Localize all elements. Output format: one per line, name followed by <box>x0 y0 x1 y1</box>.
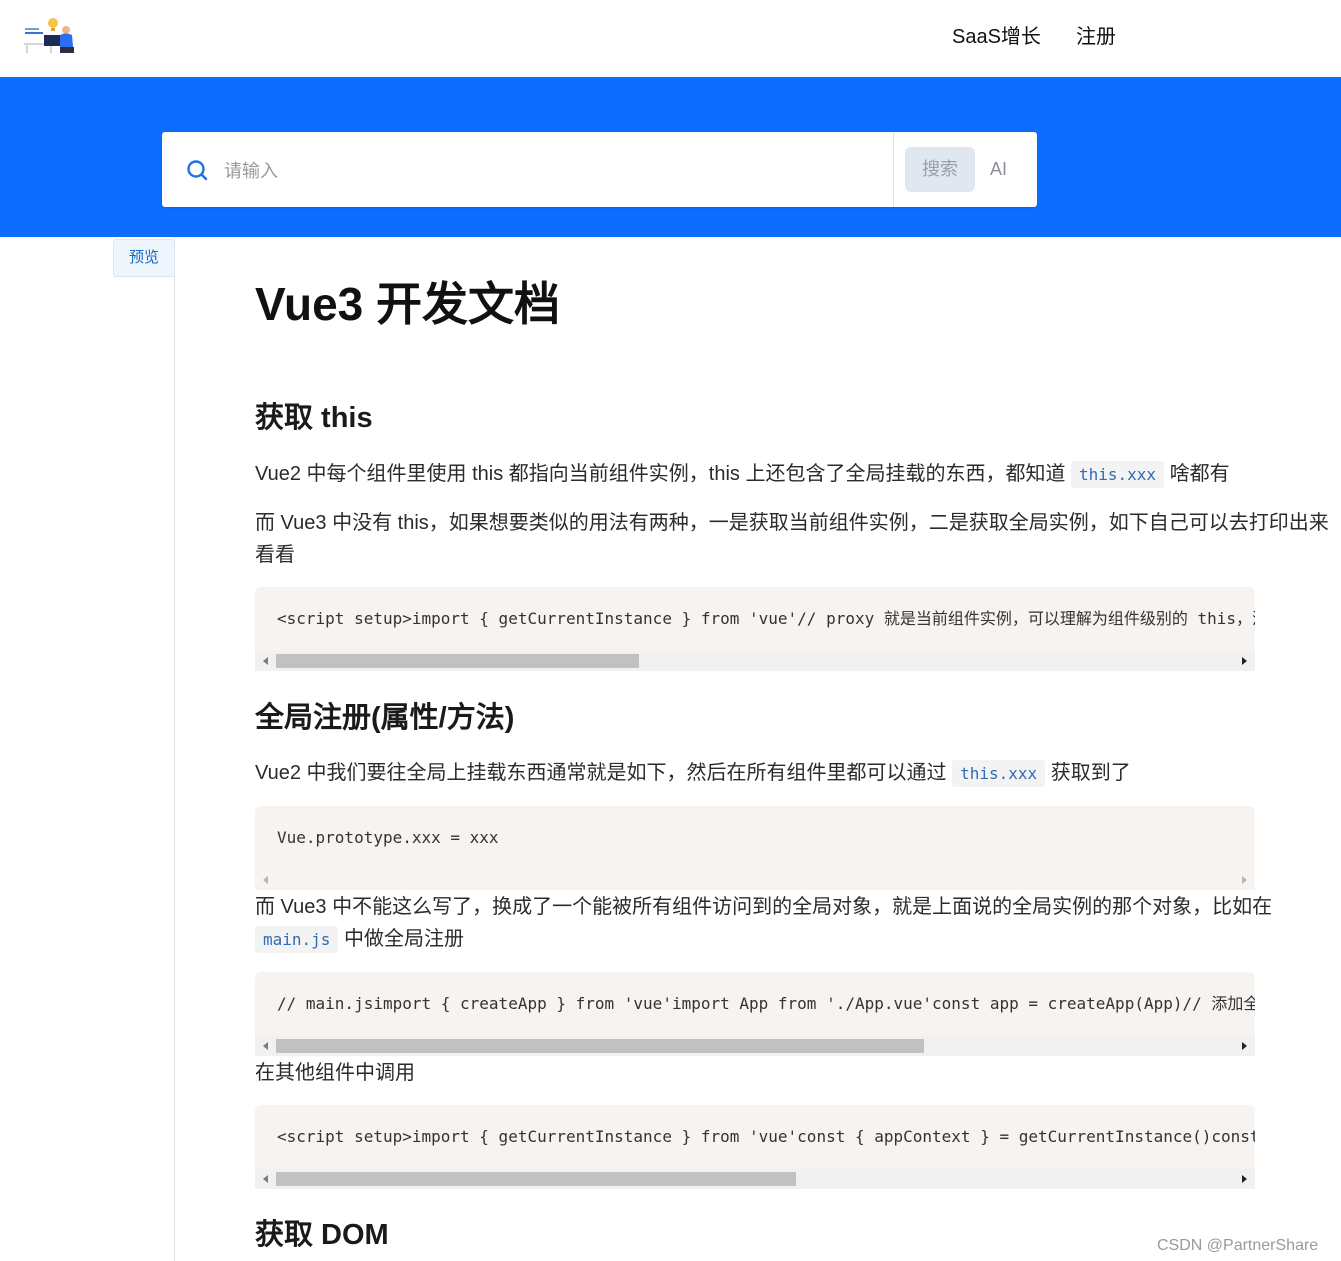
scroll-right-arrow-icon[interactable] <box>1242 1175 1247 1183</box>
scroll-left-arrow-icon[interactable] <box>263 1175 268 1183</box>
inline-code: this.xxx <box>1071 461 1165 488</box>
nav-link-register[interactable]: 注册 <box>1076 24 1116 50</box>
paragraph: Vue2 中我们要往全局上挂载东西通常就是如下，然后在所有组件里都可以通过 th… <box>255 757 1325 790</box>
code-block: <script setup>import { getCurrentInstanc… <box>255 1105 1255 1189</box>
sidebar-divider <box>174 237 175 1261</box>
paragraph: 而 Vue3 中不能这么写了，换成了一个能被所有组件访问到的全局对象，就是上面说… <box>255 891 1285 956</box>
code-block: // main.jsimport { createApp } from 'vue… <box>255 972 1255 1056</box>
scroll-left-arrow-icon[interactable] <box>263 1042 268 1050</box>
paragraph-text: 获取到了 <box>1045 762 1131 784</box>
site-logo[interactable] <box>22 17 78 57</box>
search-input[interactable] <box>222 150 886 192</box>
code-text: Vue.prototype.xxx = xxx <box>277 828 499 847</box>
paragraph: 而 Vue3 中没有 this，如果想要类似的用法有两种，一是获取当前组件实例，… <box>255 512 1329 566</box>
scroll-left-arrow-icon[interactable] <box>263 876 268 884</box>
search-box: 搜索 AI <box>162 132 1037 207</box>
inline-code: main.js <box>255 926 339 953</box>
watermark: CSDN @PartnerShare <box>1157 1237 1319 1254</box>
code-block: Vue.prototype.xxx = xxx <box>255 806 1255 890</box>
horizontal-scrollbar[interactable] <box>255 1036 1255 1056</box>
top-navbar: SaaS增长 注册 <box>0 0 1341 77</box>
ai-search-button[interactable]: AI <box>990 147 1012 192</box>
scroll-left-arrow-icon[interactable] <box>263 657 268 665</box>
horizontal-scrollbar[interactable] <box>255 651 1255 671</box>
search-banner: 搜索 AI <box>0 77 1341 237</box>
code-text: // main.jsimport { createApp } from 'vue… <box>277 994 1255 1013</box>
nav-link-saas-growth[interactable]: SaaS增长 <box>952 24 1041 50</box>
search-divider <box>893 132 894 207</box>
section-heading-get-dom: 获取 DOM <box>255 1219 389 1251</box>
horizontal-scrollbar[interactable] <box>255 1169 1255 1189</box>
paragraph-text: Vue2 中我们要往全局上挂载东西通常就是如下，然后在所有组件里都可以通过 <box>255 762 953 784</box>
search-icon <box>187 160 208 181</box>
code-block: <script setup>import { getCurrentInstanc… <box>255 587 1255 671</box>
search-button[interactable]: 搜索 <box>905 147 975 192</box>
paragraph-text: Vue2 中每个组件里使用 this 都指向当前组件实例，this 上还包含了全… <box>255 463 1071 485</box>
scrollbar-thumb[interactable] <box>276 1172 796 1186</box>
paragraph-text: 中做全局注册 <box>338 928 464 950</box>
paragraph: 在其他组件中调用 <box>255 1062 415 1084</box>
code-text: <script setup>import { getCurrentInstanc… <box>277 1127 1255 1146</box>
paragraph-text: 而 Vue3 中不能这么写了，换成了一个能被所有组件访问到的全局对象，就是上面说… <box>255 896 1273 918</box>
scroll-right-arrow-icon[interactable] <box>1242 657 1247 665</box>
inline-code: this.xxx <box>952 760 1046 787</box>
code-text: <script setup>import { getCurrentInstanc… <box>277 609 1255 628</box>
section-heading-global-register: 全局注册(属性/方法) <box>255 702 515 734</box>
horizontal-scrollbar[interactable] <box>255 870 1255 890</box>
scroll-right-arrow-icon[interactable] <box>1242 1042 1247 1050</box>
preview-tab[interactable]: 预览 <box>113 239 175 277</box>
scrollbar-thumb[interactable] <box>276 654 639 668</box>
section-heading-get-this: 获取 this <box>255 402 373 434</box>
scrollbar-thumb[interactable] <box>276 1039 924 1053</box>
paragraph-text: 啥都有 <box>1164 463 1230 485</box>
page-title: Vue3 开发文档 <box>255 278 561 330</box>
scroll-right-arrow-icon[interactable] <box>1242 876 1247 884</box>
paragraph: Vue2 中每个组件里使用 this 都指向当前组件实例，this 上还包含了全… <box>255 458 1325 491</box>
